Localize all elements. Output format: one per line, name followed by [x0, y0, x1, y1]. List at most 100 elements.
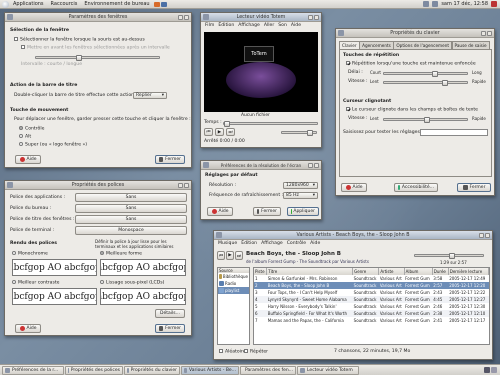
terminal-font-button[interactable]: Monospace: [75, 226, 187, 235]
help-button[interactable]: Aide: [15, 324, 41, 333]
menu-item[interactable]: Affichage: [261, 241, 283, 246]
test-input[interactable]: [420, 129, 488, 136]
apply-button[interactable]: Appliquer: [287, 207, 319, 216]
minimize-button[interactable]: [479, 232, 484, 238]
taskbar-button[interactable]: Propriétés du clavier: [124, 365, 180, 375]
app-font-button[interactable]: Sans: [75, 193, 187, 202]
logout-icon[interactable]: [491, 1, 497, 7]
blink-speed-slider[interactable]: [383, 117, 468, 123]
workspace-2[interactable]: [491, 367, 497, 373]
menu-shortcuts[interactable]: Raccourcis: [48, 1, 81, 7]
close-window-button[interactable]: [487, 30, 492, 36]
radio-best-shapes[interactable]: Meilleure forme: [100, 251, 142, 257]
table-row[interactable]: 5 Harry Nilsson - Everybody's Talkin' Soun…: [254, 303, 489, 310]
next-button[interactable]: ⏭: [226, 128, 235, 136]
titlebar[interactable]: Various Artists - Beach Boys, the - Sloo…: [214, 231, 492, 240]
table-row[interactable]: 1 Simon & Garfunkel - Mrs. Robinson Soundt…: [254, 275, 489, 282]
minimize-button[interactable]: [308, 14, 313, 20]
table-row[interactable]: 3 Four Tops, the - I Can't Help Myself Sou…: [254, 289, 489, 296]
desktop-font-button[interactable]: Sans: [75, 204, 187, 213]
next-button[interactable]: ⏭: [235, 251, 243, 260]
workspace-1[interactable]: [484, 367, 490, 373]
taskbar-button[interactable]: Propriétés des polices: [65, 365, 123, 375]
repeat-checkbox[interactable]: Répéter: [244, 349, 268, 355]
menu-item[interactable]: Aide: [310, 241, 320, 246]
close-window-button[interactable]: [314, 14, 319, 20]
repeat-checkbox[interactable]: Répétition lorsqu'une touche est mainten…: [346, 61, 476, 67]
seek-slider[interactable]: [223, 121, 318, 127]
radio-super[interactable]: Super (ou « logo fenêtre »): [19, 142, 87, 148]
menu-item[interactable]: Contrôle: [287, 241, 306, 246]
help-button[interactable]: Aide: [207, 207, 233, 216]
menu-applications[interactable]: Applications: [10, 1, 47, 7]
table-row[interactable]: 2 Beach Boys, the - Sloop John B Soundtrac…: [254, 282, 489, 289]
titlebar[interactable]: Préférences de la résolution de l'écran: [201, 161, 321, 170]
delay-slider[interactable]: [383, 71, 468, 77]
column-header[interactable]: Album: [404, 268, 433, 275]
video-area[interactable]: ToTem: [204, 32, 318, 112]
column-header[interactable]: Dernière lecture: [448, 268, 489, 275]
frequency-dropdown[interactable]: 85 Hz ▾: [283, 192, 318, 199]
radio-monochrome[interactable]: Monochrome: [12, 251, 48, 257]
help-button[interactable]: Aide: [341, 183, 367, 192]
radio-subpixel[interactable]: Lissage sous-pixel (LCDs): [100, 280, 164, 286]
close-window-button[interactable]: [184, 14, 189, 20]
clock[interactable]: sam 17 déc, 12:58: [441, 1, 488, 7]
close-window-button[interactable]: [184, 182, 189, 188]
source-item[interactable]: Radio: [218, 280, 249, 287]
table-row[interactable]: 4 Lynyrd Skynyrd - Sweet Home Alabama Soun…: [254, 296, 489, 303]
focus-follows-mouse-checkbox[interactable]: Sélectionner la fenêtre lorsque la souri…: [14, 37, 145, 43]
column-header[interactable]: Piste: [254, 268, 268, 275]
close-button[interactable]: Fermer: [155, 324, 185, 333]
minimize-button[interactable]: [308, 162, 313, 168]
minimize-button[interactable]: [178, 14, 183, 20]
source-item[interactable]: Bibliothèque: [218, 273, 249, 280]
best-contrast-sample[interactable]: abcfgop AO abcfgop: [12, 288, 97, 305]
taskbar-button[interactable]: Various Artists - Be...: [181, 365, 239, 375]
speed-slider[interactable]: [383, 80, 468, 86]
accessibility-button[interactable]: Accessibilité...: [394, 183, 438, 192]
dblclick-action-dropdown[interactable]: Replier ▾: [133, 92, 167, 99]
subpixel-sample[interactable]: abcfgop AO abcfgop: [100, 288, 186, 305]
column-header[interactable]: Genre: [352, 268, 380, 275]
titlebar[interactable]: Lecteur vidéo Totem: [201, 13, 321, 22]
previous-button[interactable]: ⏮: [217, 251, 225, 260]
table-row[interactable]: 7 Mamas and the Papas, the - California So…: [254, 317, 489, 324]
menu-item[interactable]: Musique: [218, 241, 237, 246]
menu-item[interactable]: Aide: [291, 23, 301, 28]
help-button[interactable]: Aide: [15, 155, 41, 164]
radio-best-contrast[interactable]: Meilleur contraste: [12, 280, 59, 286]
menu-item[interactable]: Film: [205, 23, 214, 28]
taskbar-button[interactable]: Lecteur vidéo Totem: [297, 365, 359, 375]
volume-slider[interactable]: [281, 130, 317, 136]
network-icon[interactable]: [423, 1, 430, 7]
tab[interactable]: Clavier: [339, 41, 360, 49]
titlebar[interactable]: Propriétés des polices: [5, 181, 191, 190]
column-header[interactable]: Artiste: [378, 268, 405, 275]
tab[interactable]: Pause de saisie: [451, 41, 490, 49]
shuffle-checkbox[interactable]: Aléatoire: [219, 349, 246, 355]
close-button[interactable]: Fermer: [155, 155, 185, 164]
titlebar[interactable]: Propriétés du clavier: [336, 29, 494, 38]
details-button[interactable]: Détails...: [155, 309, 185, 318]
tab[interactable]: Options de l'agencement: [393, 41, 453, 49]
close-button[interactable]: Fermer: [253, 207, 281, 216]
raise-checkbox[interactable]: Mettre en avant les fenêtres sélectionné…: [21, 45, 170, 51]
taskbar-button[interactable]: Paramètres des fen...: [240, 365, 296, 375]
raise-interval-slider[interactable]: [35, 55, 160, 61]
play-button[interactable]: ▶: [226, 251, 234, 260]
menu-desktop[interactable]: Environnement de bureau: [81, 1, 152, 7]
mail-icon[interactable]: [160, 1, 167, 7]
close-button[interactable]: Fermer: [457, 183, 491, 192]
gnome-foot-icon[interactable]: [2, 0, 9, 8]
menu-item[interactable]: Affichage: [238, 23, 260, 28]
monochrome-sample[interactable]: abcfgop AO abcfgop: [12, 259, 97, 276]
radio-alt[interactable]: Alt: [19, 134, 31, 140]
cursor-blink-checkbox[interactable]: Le curseur clignote dans les champs et b…: [346, 107, 478, 113]
table-row[interactable]: 6 Buffalo Springfield - For What It's Wor…: [254, 310, 489, 317]
previous-button[interactable]: ⏮: [204, 128, 213, 136]
minimize-button[interactable]: [481, 30, 486, 36]
source-item[interactable]: playlist: [218, 287, 249, 294]
menu-item[interactable]: Son: [278, 23, 287, 28]
menu-item[interactable]: Édition: [218, 23, 234, 28]
